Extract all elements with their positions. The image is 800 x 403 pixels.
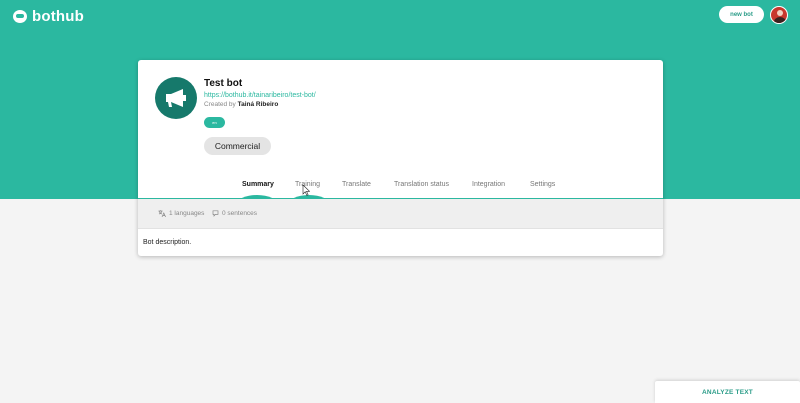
created-by-label: Created by: [204, 101, 236, 108]
owner-name[interactable]: Tainá Ribeiro: [238, 101, 279, 108]
new-bot-button[interactable]: new bot: [719, 6, 764, 23]
bot-owner: Created by Tainá Ribeiro: [204, 101, 278, 108]
tab-integration[interactable]: Integration: [472, 181, 505, 188]
bot-url-link[interactable]: https://bothub.it/tainaribeiro/test-bot/: [204, 92, 316, 99]
bot-avatar: [155, 77, 197, 119]
brand-name: bothub: [32, 8, 85, 25]
tab-translate[interactable]: Translate: [342, 181, 371, 188]
languages-count: 1 languages: [169, 210, 205, 217]
user-avatar[interactable]: [770, 6, 788, 24]
chat-bubble-icon: [212, 210, 219, 217]
brand-logo[interactable]: bothub: [13, 8, 84, 25]
sentences-stat: 0 sentences: [212, 210, 257, 217]
tab-summary[interactable]: Summary: [242, 181, 274, 188]
stats-bar: 1 languages 0 sentences: [138, 199, 663, 229]
top-navbar: bothub new bot: [0, 0, 800, 32]
analyze-text-button[interactable]: ANALYZE TEXT: [655, 381, 800, 403]
mouse-cursor-icon: [302, 184, 310, 196]
category-badge[interactable]: Commercial: [204, 137, 271, 155]
translate-icon: [158, 210, 166, 217]
bothub-logo-icon: [13, 10, 27, 23]
tab-translation-status[interactable]: Translation status: [394, 181, 449, 188]
bot-title: Test bot: [204, 78, 243, 89]
languages-stat: 1 languages: [158, 210, 204, 217]
language-badge: en: [204, 117, 225, 128]
megaphone-icon: [166, 89, 186, 107]
tab-settings[interactable]: Settings: [530, 181, 555, 188]
sentences-count: 0 sentences: [222, 210, 258, 217]
bot-description: Bot description.: [143, 239, 192, 246]
bot-card: Test bot https://bothub.it/tainaribeiro/…: [138, 60, 663, 256]
